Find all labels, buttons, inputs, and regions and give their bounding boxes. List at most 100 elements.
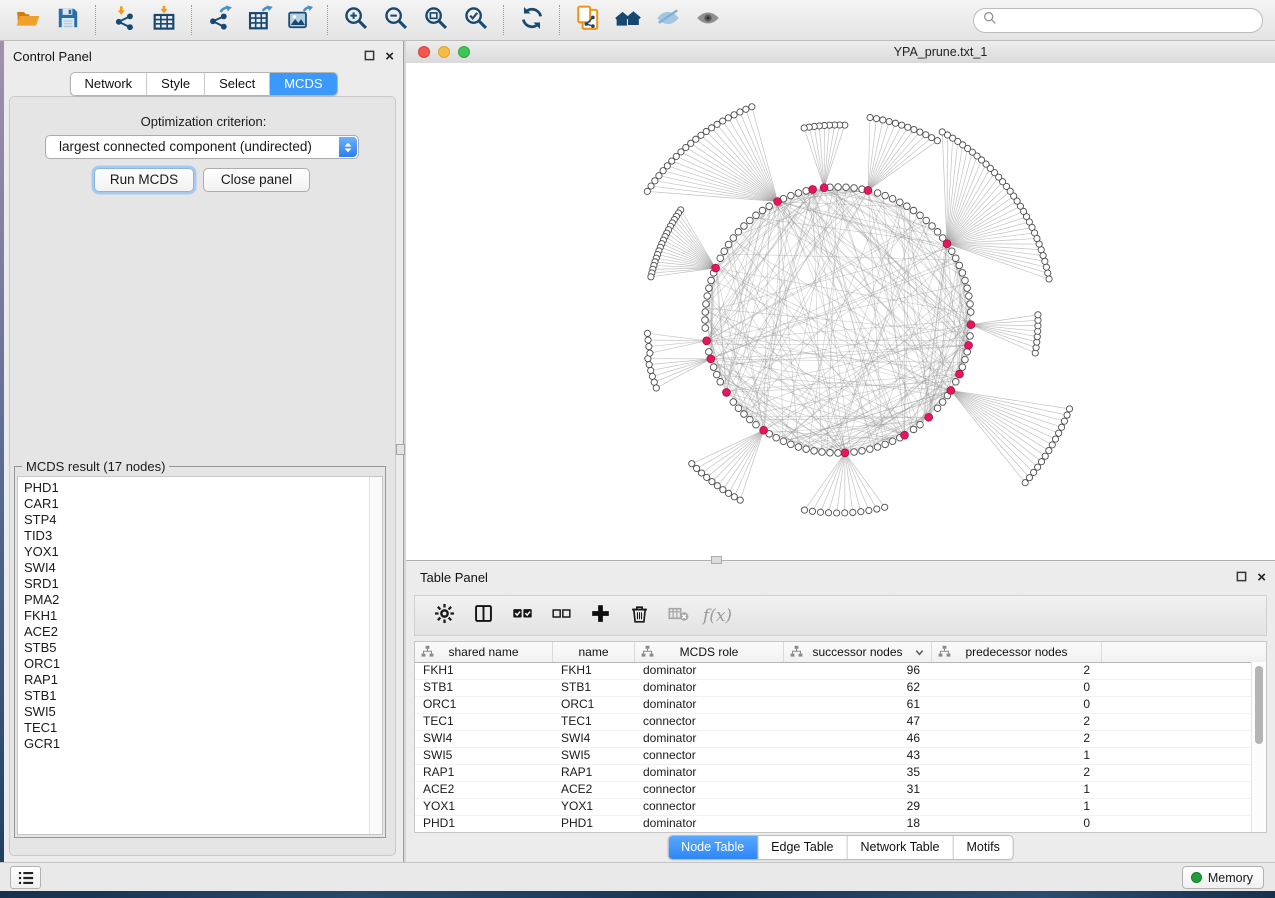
- table-row-orc1[interactable]: ORC1ORC1dominator610: [415, 697, 1266, 714]
- mcds-result-item[interactable]: PHD1: [24, 480, 382, 496]
- table-row-stb1[interactable]: STB1STB1dominator620: [415, 680, 1266, 697]
- open-folder-button[interactable]: [8, 3, 48, 37]
- mcds-result-item[interactable]: PMA2: [24, 592, 382, 608]
- task-list-button[interactable]: [10, 866, 41, 889]
- columns-button[interactable]: [464, 599, 503, 633]
- cell-name: YOX1: [553, 799, 635, 815]
- search-input[interactable]: [1002, 12, 1262, 29]
- table-scrollbar-thumb[interactable]: [1255, 666, 1263, 744]
- zoom-fit-button[interactable]: [416, 3, 456, 37]
- mcds-result-group: MCDS result (17 nodes) PHD1CAR1STP4TID3Y…: [14, 466, 386, 838]
- table-row-phd1[interactable]: PHD1PHD1dominator180: [415, 816, 1266, 833]
- toolbar-separator: [191, 5, 193, 35]
- table-tabs: Node TableEdge TableNetwork TableMotifs: [667, 835, 1014, 860]
- close-table-panel-icon[interactable]: ×: [1257, 572, 1266, 584]
- cell-successor-nodes: 61: [784, 697, 932, 713]
- mcds-result-item[interactable]: STP4: [24, 512, 382, 528]
- first-neighbors-button[interactable]: [608, 3, 648, 37]
- import-network-button[interactable]: [104, 3, 144, 37]
- show-all-button[interactable]: [688, 3, 728, 37]
- mcds-result-item[interactable]: SWI4: [24, 560, 382, 576]
- hide-selected-icon: [655, 5, 681, 36]
- search-box[interactable]: [973, 8, 1263, 33]
- mcds-result-item[interactable]: ACE2: [24, 624, 382, 640]
- mcds-result-item[interactable]: STB1: [24, 688, 382, 704]
- mcds-result-item[interactable]: TEC1: [24, 720, 382, 736]
- node-table: shared namenameMCDS rolesuccessor nodesp…: [414, 641, 1267, 833]
- column-header-shared-name[interactable]: shared name: [415, 642, 553, 662]
- table-row-tec1[interactable]: TEC1TEC1connector472: [415, 714, 1266, 731]
- table-scrollbar[interactable]: [1251, 662, 1266, 832]
- memory-status-icon: [1191, 872, 1202, 883]
- zoom-selected-button[interactable]: [456, 3, 496, 37]
- save-button[interactable]: [48, 3, 88, 37]
- table-header-row: shared namenameMCDS rolesuccessor nodesp…: [415, 642, 1266, 663]
- column-header-predecessor-nodes[interactable]: predecessor nodes: [932, 642, 1102, 662]
- mcds-result-item[interactable]: GCR1: [24, 736, 382, 752]
- mcds-result-item[interactable]: TID3: [24, 528, 382, 544]
- mcds-result-item[interactable]: CAR1: [24, 496, 382, 512]
- zoom-in-button[interactable]: [336, 3, 376, 37]
- close-panel-icon[interactable]: ×: [385, 51, 394, 63]
- export-table-button[interactable]: [240, 3, 280, 37]
- mcds-result-item[interactable]: YOX1: [24, 544, 382, 560]
- mcds-result-item[interactable]: STB5: [24, 640, 382, 656]
- criterion-dropdown[interactable]: largest connected component (undirected): [45, 135, 359, 159]
- tab-network-table[interactable]: Network Table: [848, 836, 954, 859]
- mcds-result-list[interactable]: PHD1CAR1STP4TID3YOX1SWI4SRD1PMA2FKH1ACE2…: [17, 476, 383, 835]
- tab-node-table[interactable]: Node Table: [668, 836, 758, 859]
- tab-style[interactable]: Style: [147, 73, 205, 95]
- float-table-panel-icon[interactable]: [1236, 569, 1247, 587]
- network-canvas[interactable]: [406, 63, 1275, 560]
- table-row-swi5[interactable]: SWI5SWI5connector431: [415, 748, 1266, 765]
- mcds-result-item[interactable]: RAP1: [24, 672, 382, 688]
- tab-edge-table[interactable]: Edge Table: [758, 836, 847, 859]
- network-window-titlebar[interactable]: YPA_prune.txt_1: [406, 41, 1275, 64]
- add-button[interactable]: [581, 599, 620, 633]
- mcds-result-item[interactable]: SRD1: [24, 576, 382, 592]
- optimization-criterion-label: Optimization criterion:: [4, 114, 403, 129]
- delete-button[interactable]: [620, 599, 659, 633]
- mcds-result-item[interactable]: ORC1: [24, 656, 382, 672]
- memory-button[interactable]: Memory: [1182, 866, 1264, 889]
- table-row-swi4[interactable]: SWI4SWI4dominator462: [415, 731, 1266, 748]
- cell-name: STB1: [553, 680, 635, 696]
- table-row-yox1[interactable]: YOX1YOX1connector291: [415, 799, 1266, 816]
- zoom-out-button[interactable]: [376, 3, 416, 37]
- cell-predecessor-nodes: 1: [932, 799, 1102, 815]
- select-all-button[interactable]: [503, 599, 542, 633]
- export-image-button[interactable]: [280, 3, 320, 37]
- mcds-result-item[interactable]: FKH1: [24, 608, 382, 624]
- unselect-all-button[interactable]: [542, 599, 581, 633]
- tab-select[interactable]: Select: [205, 73, 270, 95]
- float-panel-icon[interactable]: [364, 48, 375, 66]
- run-mcds-button[interactable]: Run MCDS: [94, 168, 194, 192]
- export-network-button[interactable]: [200, 3, 240, 37]
- horizontal-splitter-handle[interactable]: [711, 556, 722, 564]
- gear-button[interactable]: [425, 599, 464, 633]
- mcds-list-scrollbar[interactable]: [369, 477, 382, 834]
- mcds-result-item[interactable]: SWI5: [24, 704, 382, 720]
- close-panel-button[interactable]: Close panel: [203, 168, 310, 192]
- zoom-in-icon: [343, 5, 369, 36]
- network-graph[interactable]: [406, 63, 1275, 560]
- control-panel: Control Panel × NetworkStyleSelectMCDS O…: [4, 41, 404, 862]
- column-header-name[interactable]: name: [553, 642, 635, 662]
- table-row-rap1[interactable]: RAP1RAP1dominator352: [415, 765, 1266, 782]
- column-header-mcds-role[interactable]: MCDS role: [635, 642, 784, 662]
- column-header-successor-nodes[interactable]: successor nodes: [784, 642, 932, 662]
- dropdown-stepper-icon[interactable]: [339, 137, 357, 157]
- cell-mcds-role: dominator: [635, 680, 784, 696]
- tab-mcds[interactable]: MCDS: [270, 73, 336, 95]
- function-icon: f(x): [703, 606, 732, 626]
- table-row-fkh1[interactable]: FKH1FKH1dominator962: [415, 663, 1266, 680]
- table-row-ace2[interactable]: ACE2ACE2connector311: [415, 782, 1266, 799]
- tab-network[interactable]: Network: [70, 73, 147, 95]
- tab-motifs[interactable]: Motifs: [953, 836, 1012, 859]
- duplicate-network-button[interactable]: [568, 3, 608, 37]
- search-icon: [983, 11, 997, 30]
- import-table-button[interactable]: [144, 3, 184, 37]
- hide-selected-button[interactable]: [648, 3, 688, 37]
- refresh-button[interactable]: [512, 3, 552, 37]
- vertical-splitter-handle[interactable]: [396, 444, 405, 455]
